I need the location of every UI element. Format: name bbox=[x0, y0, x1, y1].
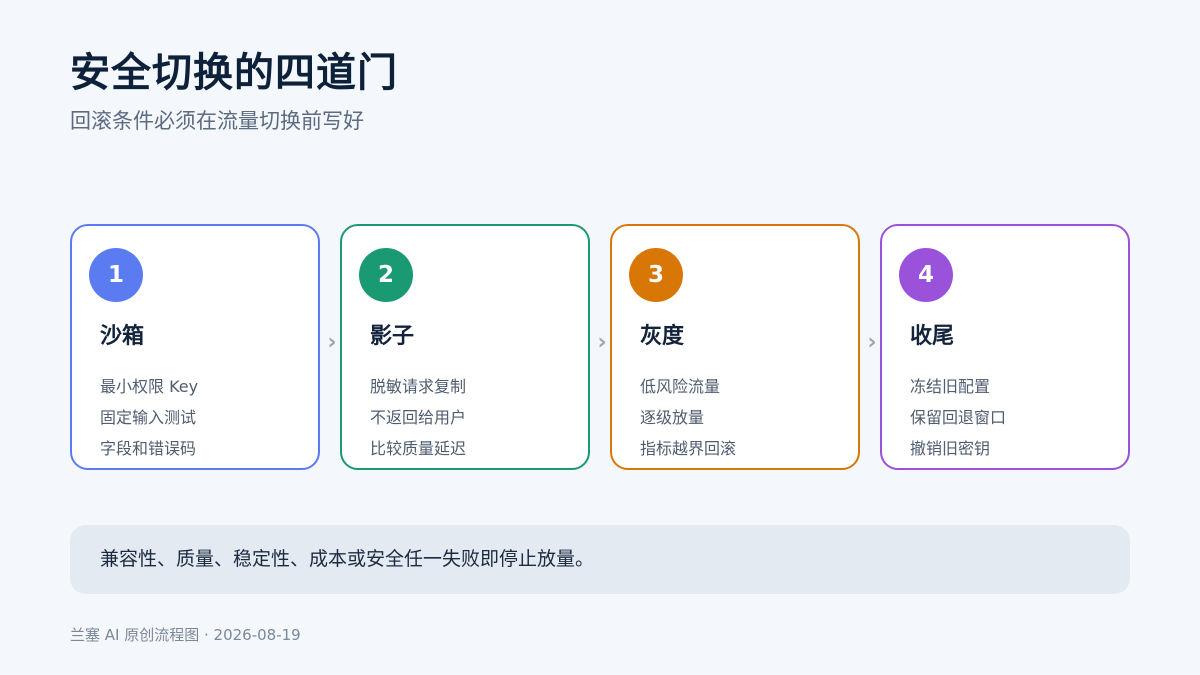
step-detail: 逐级放量 bbox=[640, 408, 705, 427]
step-detail: 字段和错误码 bbox=[100, 439, 197, 458]
step-title: 影子 bbox=[370, 324, 415, 349]
step-detail-list: 最小权限 Key 固定输入测试 字段和错误码 bbox=[100, 371, 198, 464]
stop-condition-banner: 兼容性、质量、稳定性、成本或安全任一失败即停止放量。 bbox=[70, 525, 1130, 594]
footer-credit: 兰塞 AI 原创流程图 · 2026-08-19 bbox=[70, 626, 301, 644]
chevron-right-icon: › bbox=[597, 330, 607, 355]
step-detail: 比较质量延迟 bbox=[370, 439, 467, 458]
page-subtitle: 回滚条件必须在流量切换前写好 bbox=[70, 109, 364, 133]
page-title: 安全切换的四道门 bbox=[70, 50, 398, 96]
chevron-right-icon: › bbox=[327, 330, 337, 355]
step-title: 沙箱 bbox=[100, 324, 145, 349]
step-detail-list: 冻结旧配置 保留回退窗口 撤销旧密钥 bbox=[910, 371, 1006, 464]
step-detail: 保留回退窗口 bbox=[910, 408, 1007, 427]
step-detail: 最小权限 Key bbox=[100, 377, 199, 396]
step-card-1: 1 沙箱 最小权限 Key 固定输入测试 字段和错误码 bbox=[70, 224, 320, 470]
step-card-3: 3 灰度 低风险流量 逐级放量 指标越界回滚 bbox=[610, 224, 860, 470]
step-detail-list: 低风险流量 逐级放量 指标越界回滚 bbox=[640, 371, 736, 464]
gate-flow: 1 沙箱 最小权限 Key 固定输入测试 字段和错误码 2 影子 脱敏请求复制 … bbox=[70, 224, 1130, 470]
step-detail: 低风险流量 bbox=[640, 377, 721, 396]
step-title: 灰度 bbox=[640, 324, 685, 349]
step-detail: 冻结旧配置 bbox=[910, 377, 991, 396]
step-detail: 固定输入测试 bbox=[100, 408, 197, 427]
step-title: 收尾 bbox=[910, 324, 955, 349]
step-detail-list: 脱敏请求复制 不返回给用户 比较质量延迟 bbox=[370, 371, 466, 464]
step-detail: 不返回给用户 bbox=[370, 408, 467, 427]
step-card-4: 4 收尾 冻结旧配置 保留回退窗口 撤销旧密钥 bbox=[880, 224, 1130, 470]
step-detail: 撤销旧密钥 bbox=[910, 439, 991, 458]
step-number-badge: 3 bbox=[629, 248, 683, 302]
step-number-badge: 4 bbox=[899, 248, 953, 302]
chevron-right-icon: › bbox=[867, 330, 877, 355]
step-card-2: 2 影子 脱敏请求复制 不返回给用户 比较质量延迟 bbox=[340, 224, 590, 470]
step-number-badge: 2 bbox=[359, 248, 413, 302]
step-number-badge: 1 bbox=[89, 248, 143, 302]
step-detail: 脱敏请求复制 bbox=[370, 377, 467, 396]
step-detail: 指标越界回滚 bbox=[640, 439, 737, 458]
